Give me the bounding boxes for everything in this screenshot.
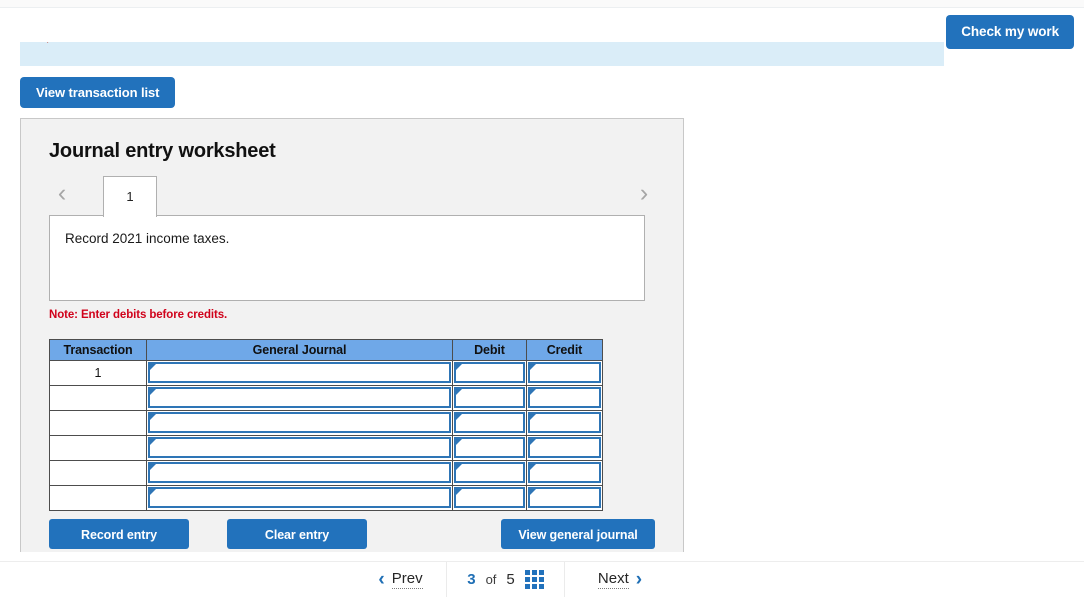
credit-input-2[interactable]	[528, 387, 601, 408]
debit-input-1[interactable]	[454, 362, 525, 383]
cell-transaction-3	[49, 410, 147, 436]
cell-general-journal-6[interactable]	[146, 485, 453, 511]
cell-credit-3[interactable]	[526, 410, 603, 436]
debit-input-5[interactable]	[454, 462, 525, 483]
cell-general-journal-4[interactable]	[146, 435, 453, 461]
debit-input-2[interactable]	[454, 387, 525, 408]
worksheet-tab-row: ‹ 1 ›	[49, 176, 657, 217]
prev-tab-chevron-icon[interactable]: ‹	[49, 178, 75, 210]
next-tab-chevron-icon[interactable]: ›	[631, 178, 657, 210]
journal-entry-table: Transaction General Journal Debit Credit…	[49, 339, 603, 511]
pagination-prev-section[interactable]: ‹ Prev	[355, 562, 447, 597]
top-divider-strip	[0, 0, 1084, 8]
current-page-number: 3	[467, 571, 476, 588]
cell-transaction-4	[49, 435, 147, 461]
pagination-controls: ‹ Prev 3 of 5 Next ›	[355, 562, 677, 597]
table-row	[49, 410, 603, 436]
next-page-link[interactable]: Next	[597, 570, 629, 589]
cell-transaction-6	[49, 485, 147, 511]
general-journal-input-2[interactable]	[148, 387, 451, 408]
general-journal-input-5[interactable]	[148, 462, 451, 483]
cell-credit-4[interactable]	[526, 435, 603, 461]
worksheet-tab-1[interactable]: 1	[103, 176, 157, 217]
cell-debit-4[interactable]	[452, 435, 527, 461]
cell-debit-1[interactable]	[452, 360, 527, 386]
journal-entry-worksheet-panel: Journal entry worksheet ‹ 1 › Record 202…	[20, 118, 684, 552]
cell-general-journal-3[interactable]	[146, 410, 453, 436]
pagination-bar: ‹ Prev 3 of 5 Next ›	[0, 561, 1084, 597]
grid-view-icon[interactable]	[524, 570, 544, 589]
column-header-general-journal: General Journal	[146, 339, 453, 361]
cell-transaction-2	[49, 385, 147, 411]
cell-transaction-1: 1	[49, 360, 147, 386]
credit-input-1[interactable]	[528, 362, 601, 383]
record-entry-button[interactable]: Record entry	[49, 519, 189, 549]
cell-credit-6[interactable]	[526, 485, 603, 511]
table-header-row: Transaction General Journal Debit Credit	[49, 339, 603, 361]
required-information-banner: Required information	[20, 42, 944, 66]
credit-input-3[interactable]	[528, 412, 601, 433]
table-row	[49, 385, 603, 411]
credit-input-5[interactable]	[528, 462, 601, 483]
table-row	[49, 435, 603, 461]
debit-input-6[interactable]	[454, 487, 525, 508]
credit-input-4[interactable]	[528, 437, 601, 458]
view-general-journal-button[interactable]: View general journal	[501, 519, 655, 549]
cell-credit-2[interactable]	[526, 385, 603, 411]
view-transaction-list-button[interactable]: View transaction list	[20, 77, 176, 108]
table-row	[49, 460, 603, 486]
page-root: Check my work Required information View …	[0, 0, 1084, 597]
worksheet-title: Journal entry worksheet	[49, 140, 276, 162]
check-my-work-button[interactable]: Check my work	[946, 15, 1074, 49]
credit-input-6[interactable]	[528, 487, 601, 508]
instruction-text: Record 2021 income taxes.	[65, 231, 230, 246]
column-header-debit: Debit	[452, 339, 527, 361]
column-header-credit: Credit	[526, 339, 603, 361]
pagination-next-section[interactable]: Next ›	[565, 562, 675, 597]
cell-general-journal-5[interactable]	[146, 460, 453, 486]
page-of-label: of	[485, 572, 497, 587]
prev-page-link[interactable]: Prev	[391, 570, 423, 589]
chevron-left-icon[interactable]: ‹	[378, 570, 384, 589]
banner-clipped-text: Required information	[26, 42, 142, 43]
general-journal-input-3[interactable]	[148, 412, 451, 433]
debit-input-4[interactable]	[454, 437, 525, 458]
instruction-box: Record 2021 income taxes.	[49, 215, 645, 301]
cell-debit-6[interactable]	[452, 485, 527, 511]
debit-input-3[interactable]	[454, 412, 525, 433]
table-row: 1	[49, 360, 603, 386]
general-journal-input-1[interactable]	[148, 362, 451, 383]
clear-entry-button[interactable]: Clear entry	[227, 519, 367, 549]
cell-debit-3[interactable]	[452, 410, 527, 436]
cell-general-journal-1[interactable]	[146, 360, 453, 386]
chevron-right-icon[interactable]: ›	[636, 570, 642, 589]
column-header-transaction: Transaction	[49, 339, 147, 361]
table-row	[49, 485, 603, 511]
cell-credit-5[interactable]	[526, 460, 603, 486]
pagination-counter-section: 3 of 5	[447, 562, 565, 597]
cell-transaction-5	[49, 460, 147, 486]
total-page-count: 5	[506, 571, 515, 588]
cell-general-journal-2[interactable]	[146, 385, 453, 411]
cell-debit-5[interactable]	[452, 460, 527, 486]
general-journal-input-6[interactable]	[148, 487, 451, 508]
debits-before-credits-note: Note: Enter debits before credits.	[49, 309, 228, 321]
cell-credit-1[interactable]	[526, 360, 603, 386]
general-journal-input-4[interactable]	[148, 437, 451, 458]
cell-debit-2[interactable]	[452, 385, 527, 411]
